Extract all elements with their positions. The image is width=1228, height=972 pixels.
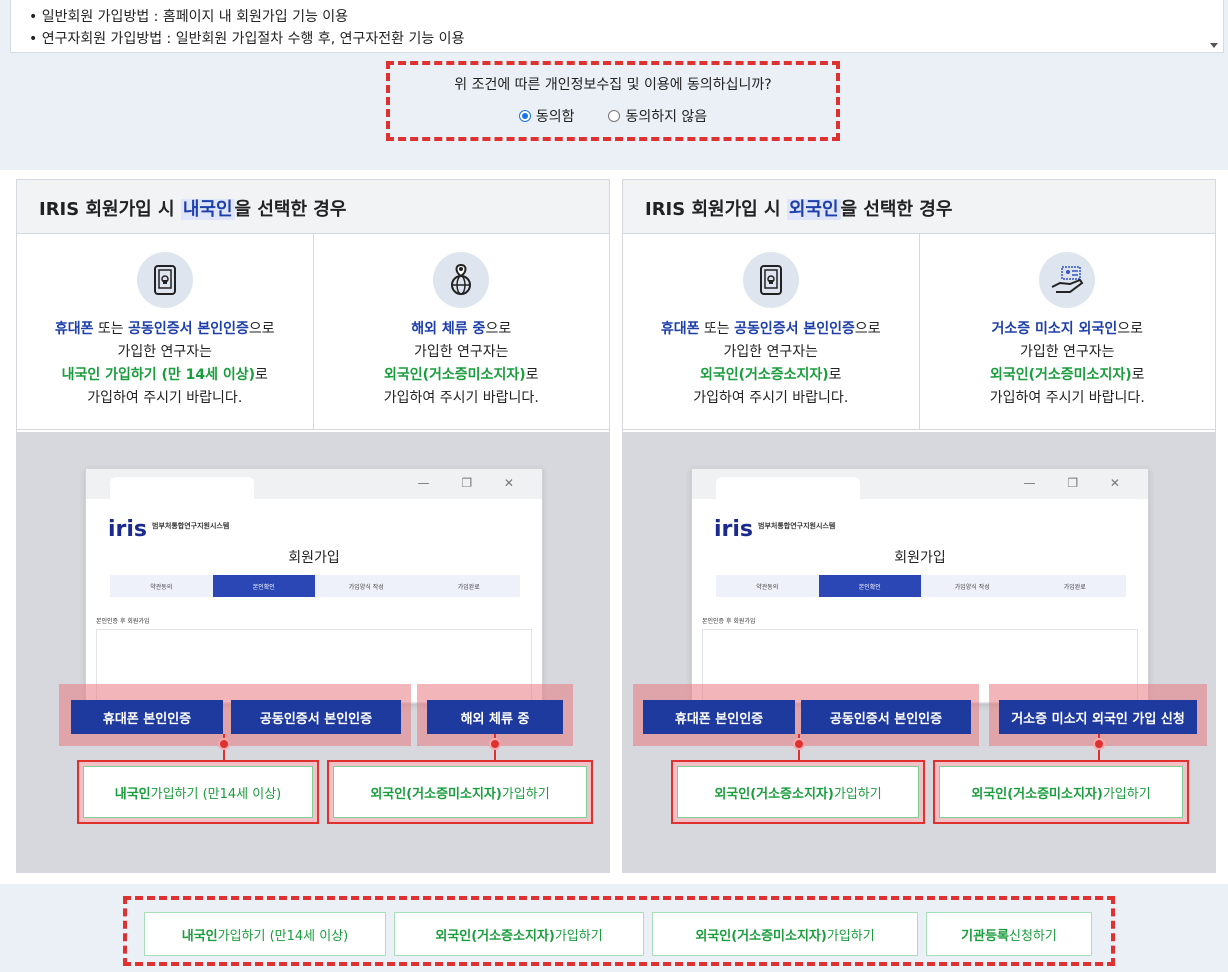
mock-section-title: 본인인증 후 회원가입 bbox=[96, 618, 150, 625]
connector-dot bbox=[218, 738, 230, 750]
foreign-screenshot-area: — ❐ ✕ iris 범부처통합연구지원시스템 회원가입 약관동의 본인확인 가입양식… bbox=[623, 432, 1215, 872]
title-highlight: 내국인 bbox=[180, 199, 235, 220]
foreign-nonresident-signup-button[interactable]: 외국인(거소증미소지자) 가입하기 bbox=[652, 912, 918, 956]
institution-register-button[interactable]: 기관등록 신청하기 bbox=[926, 912, 1092, 956]
domestic-signup-button[interactable]: 내국인 가입하기 (만14세 이상) bbox=[144, 912, 386, 956]
radio-unchecked-icon[interactable] bbox=[608, 110, 621, 122]
phone-auth-icon bbox=[136, 252, 193, 308]
title-highlight: 외국인 bbox=[786, 199, 841, 220]
mock-title: 회원가입 bbox=[288, 550, 340, 566]
phone-auth-button[interactable]: 휴대폰 본인인증 bbox=[71, 700, 223, 734]
domestic-signup-button[interactable]: 내국인 가입하기 (만14세 이상) bbox=[83, 766, 313, 818]
connector-dot bbox=[489, 738, 501, 750]
signup-window-mock: — ❐ ✕ iris 범부처통합연구지원시스템 회원가입 약관동의 본인확인 가입양식… bbox=[85, 468, 543, 704]
domestic-phone-guide: 휴대폰 또는 공동인증서 본인인증으로 가입한 연구자는 내국인 가입하기 (만… bbox=[17, 234, 313, 429]
mock-section-title: 본인인증 후 회원가입 bbox=[702, 618, 756, 625]
globe-pin-icon bbox=[433, 252, 490, 308]
consent-agree-label: 동의함 bbox=[535, 109, 575, 125]
foreign-panel: IRIS 회원가입 시 외국인 을 선택한 경우 휴대폰 또는 공동인증서 본인인… bbox=[622, 179, 1216, 873]
foreign-resident-signup-button[interactable]: 외국인(거소증소지자) 가입하기 bbox=[394, 912, 644, 956]
foreign-panel-title: IRIS 회원가입 시 외국인 을 선택한 경우 bbox=[623, 180, 1215, 234]
connector-dot bbox=[793, 738, 805, 750]
mock-steps: 약관동의 본인확인 가입양식 작성 가입완료 bbox=[716, 575, 1126, 597]
terms-box[interactable]: • 일반회원 가입방법 : 홈페이지 내 회원가입 기능 이용 • 연구자회원 … bbox=[10, 0, 1224, 53]
radio-checked-icon[interactable] bbox=[518, 110, 531, 122]
terms-line-general: • 일반회원 가입방법 : 홈페이지 내 회원가입 기능 이용 bbox=[29, 9, 349, 25]
consent-disagree-radio[interactable]: 동의하지 않음 bbox=[608, 106, 707, 126]
mock-steps: 약관동의 본인확인 가입양식 작성 가입완료 bbox=[110, 575, 520, 597]
domestic-overseas-guide: 해외 체류 중으로 가입한 연구자는 외국인(거소증미소지자)로 가입하여 주시… bbox=[312, 234, 610, 429]
signup-window-mock: — ❐ ✕ iris 범부처통합연구지원시스템 회원가입 약관동의 본인확인 가입양식… bbox=[691, 468, 1149, 704]
cert-auth-button[interactable]: 공동인증서 본인인증 bbox=[231, 700, 401, 734]
connector-dot bbox=[1093, 738, 1105, 750]
overseas-button[interactable]: 해외 체류 중 bbox=[427, 700, 563, 734]
foreign-nonresident-guide: 거소증 미소지 외국인으로 가입한 연구자는 외국인(거소증미소지자)로 가입하… bbox=[918, 234, 1216, 429]
scroll-down-icon[interactable] bbox=[1210, 43, 1218, 48]
consent-question: 위 조건에 따른 개인정보수집 및 이용에 동의하십니까? bbox=[454, 77, 772, 93]
consent-disagree-label: 동의하지 않음 bbox=[625, 109, 708, 125]
mock-title: 회원가입 bbox=[894, 550, 946, 566]
domestic-panel: IRIS 회원가입 시 내국인 을 선택한 경우 휴대폰 또는 공동인증서 본인인… bbox=[16, 179, 610, 873]
consent-agree-radio[interactable]: 동의함 bbox=[518, 106, 575, 126]
phone-auth-icon bbox=[742, 252, 799, 308]
window-controls-icon: — ❐ ✕ bbox=[417, 476, 528, 490]
phone-auth-button[interactable]: 휴대폰 본인인증 bbox=[643, 700, 795, 734]
id-card-hand-icon bbox=[1039, 252, 1096, 308]
domestic-panel-title: IRIS 회원가입 시 내국인 을 선택한 경우 bbox=[17, 180, 609, 234]
domestic-screenshot-area: — ❐ ✕ iris 범부처통합연구지원시스템 회원가입 약관동의 본인확인 가입양식… bbox=[17, 432, 609, 872]
terms-line-researcher: • 연구자회원 가입방법 : 일반회원 가입절차 수행 후, 연구자전환 기능 … bbox=[29, 31, 465, 47]
foreign-resident-signup-button[interactable]: 외국인(거소증소지자) 가입하기 bbox=[677, 766, 919, 818]
iris-logo: iris 범부처통합연구지원시스템 bbox=[108, 517, 230, 542]
iris-logo: iris 범부처통합연구지원시스템 bbox=[714, 517, 836, 542]
foreign-nonresident-signup-button[interactable]: 외국인(거소증미소지자) 가입하기 bbox=[333, 766, 587, 818]
window-controls-icon: — ❐ ✕ bbox=[1023, 476, 1134, 490]
foreign-nonresident-signup-button[interactable]: 외국인(거소증미소지자) 가입하기 bbox=[939, 766, 1183, 818]
cert-auth-button[interactable]: 공동인증서 본인인증 bbox=[801, 700, 971, 734]
foreign-phone-guide: 휴대폰 또는 공동인증서 본인인증으로 가입한 연구자는 외국인(거소증소지자)… bbox=[623, 234, 919, 429]
consent-box: 위 조건에 따른 개인정보수집 및 이용에 동의하십니까? 동의함 동의하지 않… bbox=[386, 61, 840, 141]
nonresident-foreigner-button[interactable]: 거소증 미소지 외국인 가입 신청 bbox=[999, 700, 1197, 734]
